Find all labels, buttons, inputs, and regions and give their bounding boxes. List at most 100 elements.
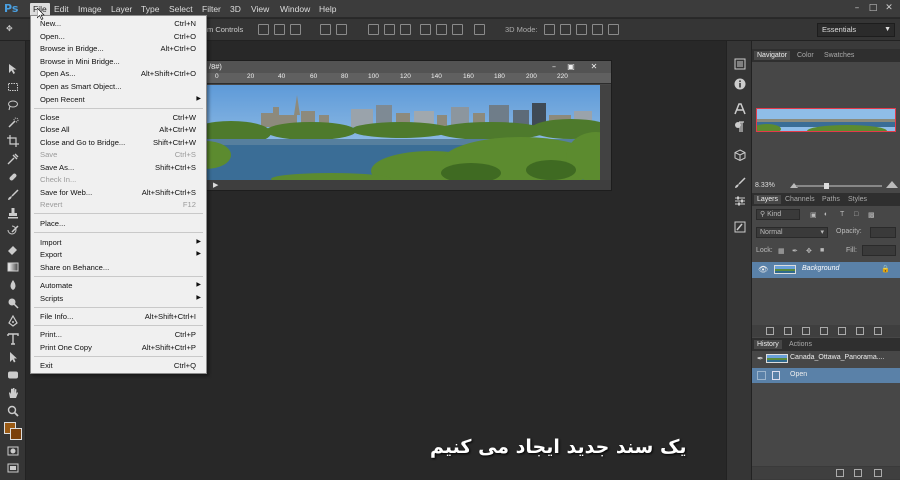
lock-all-icon[interactable]: ■ (820, 247, 824, 254)
lasso-tool-icon[interactable] (7, 99, 19, 111)
align-bottom-icon[interactable] (290, 24, 301, 35)
hand-tool-icon[interactable] (7, 387, 19, 399)
menu-item-save-as[interactable]: Save As... Shift+Ctrl+S (31, 162, 206, 174)
menu-item-automate[interactable]: Automate ▶ (31, 280, 206, 292)
marquee-tool-icon[interactable] (7, 81, 19, 93)
3d-pan-icon[interactable] (576, 24, 587, 35)
shape-filter-icon[interactable]: □ (854, 211, 858, 218)
layer-style-icon[interactable] (784, 327, 792, 335)
doc-maximize-icon[interactable]: ▣ (564, 62, 578, 72)
navigator-preview[interactable] (756, 108, 896, 132)
screen-mode-icon[interactable] (7, 462, 19, 474)
new-snapshot-icon[interactable] (854, 469, 862, 477)
close-icon[interactable]: ✕ (883, 2, 895, 14)
menu-item-close[interactable]: Close Ctrl+W (31, 112, 206, 124)
type-tool-icon[interactable] (7, 333, 19, 345)
menu-item-scripts[interactable]: Scripts ▶ (31, 293, 206, 305)
zoom-tool-icon[interactable] (7, 405, 19, 417)
background-color-swatch[interactable] (10, 428, 22, 440)
rectangle-tool-icon[interactable] (7, 369, 19, 381)
move-tool-icon[interactable] (7, 63, 19, 75)
healing-brush-tool-icon[interactable] (7, 171, 19, 183)
scroll-right-arrow-icon[interactable]: ▶ (213, 181, 218, 189)
info-icon[interactable] (734, 78, 746, 90)
3d-panel-icon[interactable] (734, 149, 746, 162)
quick-selection-tool-icon[interactable] (7, 117, 19, 129)
navigator-zoom-slider[interactable] (796, 185, 882, 187)
menu-item-file-info[interactable]: File Info... Alt+Shift+Ctrl+I (31, 311, 206, 323)
pen-tool-icon[interactable] (7, 315, 19, 327)
distribute-vcenter-icon[interactable] (384, 24, 395, 35)
adjustment-layer-icon[interactable] (820, 327, 828, 335)
workspace-select[interactable]: Essentials ▼ (817, 23, 895, 37)
menu-item-browse-in-bridge[interactable]: Browse in Bridge... Alt+Ctrl+O (31, 43, 206, 55)
eraser-tool-icon[interactable] (7, 243, 19, 255)
menu-item-close-all[interactable]: Close All Alt+Ctrl+W (31, 124, 206, 136)
align-hcenter-icon[interactable] (336, 24, 347, 35)
menu-item-open[interactable]: Open... Ctrl+O (31, 31, 206, 43)
tab-history[interactable]: History (754, 340, 782, 349)
navigator-zoom-value[interactable]: 8.33% (755, 182, 775, 189)
menu-item-close-and-go-to-bridge[interactable]: Close and Go to Bridge... Shift+Ctrl+W (31, 137, 206, 149)
history-step-open[interactable]: Open (752, 368, 900, 383)
menu-item-print[interactable]: Print... Ctrl+P (31, 329, 206, 341)
tool-presets-icon[interactable] (734, 221, 746, 233)
crop-tool-icon[interactable] (7, 135, 19, 147)
document-title-bar[interactable]: /8#) – ▣ ✕ (201, 61, 611, 73)
history-brush-source-icon[interactable]: ✒ (757, 354, 764, 363)
auto-align-icon[interactable] (474, 24, 485, 35)
3d-rotate-icon[interactable] (544, 24, 555, 35)
paragraph-panel-icon[interactable] (734, 121, 746, 133)
new-document-from-state-icon[interactable] (836, 469, 844, 477)
align-top-icon[interactable] (258, 24, 269, 35)
minimize-icon[interactable]: – (851, 2, 863, 14)
menu-item-new[interactable]: New... Ctrl+N (31, 18, 206, 30)
lock-transparent-icon[interactable]: ▦ (778, 247, 785, 255)
doc-close-icon[interactable]: ✕ (587, 62, 601, 72)
doc-minimize-icon[interactable]: – (547, 62, 561, 72)
panorama-image[interactable] (201, 85, 600, 180)
vertical-scrollbar[interactable] (600, 85, 611, 180)
type-filter-icon[interactable]: T (840, 211, 844, 218)
character-panel-icon[interactable] (734, 103, 746, 115)
menu-item-print-one-copy[interactable]: Print One Copy Alt+Shift+Ctrl+P (31, 342, 206, 354)
menu-item-browse-in-mini-bridge[interactable]: Browse in Mini Bridge... (31, 56, 206, 68)
tab-channels[interactable]: Channels (782, 195, 818, 204)
new-group-icon[interactable] (838, 327, 846, 335)
dodge-tool-icon[interactable] (7, 297, 19, 309)
tab-actions[interactable]: Actions (786, 340, 815, 349)
brush-tool-icon[interactable] (7, 189, 19, 201)
menu-item-open-as-smart-object[interactable]: Open as Smart Object... (31, 81, 206, 93)
blend-mode-select[interactable]: Normal ▾ (756, 227, 828, 238)
quick-mask-icon[interactable] (7, 445, 19, 457)
align-vcenter-icon[interactable] (274, 24, 285, 35)
history-panel-icon[interactable] (734, 58, 746, 70)
history-step-checkbox[interactable] (757, 371, 766, 380)
menu-item-import[interactable]: Import ▶ (31, 237, 206, 249)
3d-roll-icon[interactable] (560, 24, 571, 35)
fill-field[interactable] (862, 245, 896, 256)
distribute-top-icon[interactable] (368, 24, 379, 35)
adjustments-panel-icon[interactable] (734, 195, 746, 207)
layer-filter-kind[interactable]: ⚲ Kind (756, 209, 800, 220)
distribute-hcenter-icon[interactable] (436, 24, 447, 35)
tab-color[interactable]: Color (794, 51, 817, 60)
distribute-bottom-icon[interactable] (400, 24, 411, 35)
menu-item-exit[interactable]: Exit Ctrl+Q (31, 360, 206, 372)
history-snapshot[interactable]: ✒ Canada_Ottawa_Panorama.... (752, 351, 900, 366)
menu-3d[interactable]: 3D (227, 3, 244, 16)
lock-position-icon[interactable]: ✥ (806, 247, 812, 255)
menu-item-share-on-behance[interactable]: Share on Behance... (31, 262, 206, 274)
menu-item-open-recent[interactable]: Open Recent ▶ (31, 94, 206, 106)
move-tool-preset-icon[interactable]: ✥ (6, 24, 17, 35)
tab-styles[interactable]: Styles (845, 195, 870, 204)
layer-mask-icon[interactable] (802, 327, 810, 335)
menu-item-export[interactable]: Export ▶ (31, 249, 206, 261)
distribute-right-icon[interactable] (452, 24, 463, 35)
menu-item-place[interactable]: Place... (31, 218, 206, 230)
tab-layers[interactable]: Layers (754, 195, 782, 204)
tab-swatches[interactable]: Swatches (821, 51, 857, 60)
delete-state-icon[interactable] (874, 469, 882, 477)
navigator-zoom-slider-knob[interactable] (824, 183, 829, 189)
align-left-icon[interactable] (320, 24, 331, 35)
